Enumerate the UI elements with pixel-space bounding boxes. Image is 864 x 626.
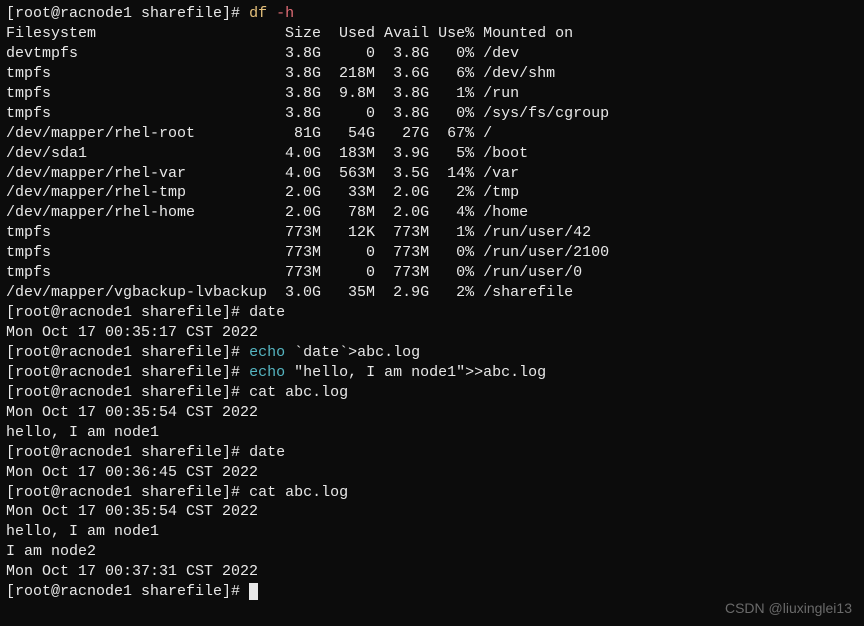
prompt-line: [root@racnode1 sharefile]# echo "hello, … (6, 363, 858, 383)
df-row: tmpfs 773M 0 773M 0% /run/user/0 (6, 263, 858, 283)
df-row: tmpfs 3.8G 9.8M 3.8G 1% /run (6, 84, 858, 104)
watermark: CSDN @liuxinglei13 (725, 599, 852, 618)
df-row: /dev/sda1 4.0G 183M 3.9G 5% /boot (6, 144, 858, 164)
command-cat: cat abc.log (249, 484, 348, 501)
output-date: Mon Oct 17 00:35:17 CST 2022 (6, 323, 858, 343)
echo-arg: "hello, I am node1">>abc.log (294, 364, 546, 381)
command-df-opt: -h (276, 5, 294, 22)
output-cat: Mon Oct 17 00:35:54 CST 2022 (6, 403, 858, 423)
output-cat: Mon Oct 17 00:37:31 CST 2022 (6, 562, 858, 582)
command-date: date (249, 304, 285, 321)
df-row: tmpfs 773M 0 773M 0% /run/user/2100 (6, 243, 858, 263)
terminal[interactable]: [root@racnode1 sharefile]# df -h Filesys… (6, 4, 858, 602)
df-row: /dev/mapper/rhel-root 81G 54G 27G 67% / (6, 124, 858, 144)
output-cat: Mon Oct 17 00:35:54 CST 2022 (6, 502, 858, 522)
output-cat: hello, I am node1 (6, 522, 858, 542)
df-row: tmpfs 773M 12K 773M 1% /run/user/42 (6, 223, 858, 243)
prompt-line: [root@racnode1 sharefile]# echo `date`>a… (6, 343, 858, 363)
df-row: devtmpfs 3.8G 0 3.8G 0% /dev (6, 44, 858, 64)
echo-arg: `date`>abc.log (294, 344, 420, 361)
command-date: date (249, 444, 285, 461)
df-row: tmpfs 3.8G 218M 3.6G 6% /dev/shm (6, 64, 858, 84)
df-rows: devtmpfs 3.8G 0 3.8G 0% /devtmpfs 3.8G 2… (6, 44, 858, 303)
command-df: df (249, 5, 267, 22)
output-date: Mon Oct 17 00:36:45 CST 2022 (6, 463, 858, 483)
prompt-line: [root@racnode1 sharefile]# cat abc.log (6, 483, 858, 503)
prompt-line: [root@racnode1 sharefile]# date (6, 443, 858, 463)
command-cat: cat abc.log (249, 384, 348, 401)
output-cat: hello, I am node1 (6, 423, 858, 443)
prompt-line: [root@racnode1 sharefile]# date (6, 303, 858, 323)
command-echo: echo (249, 364, 285, 381)
df-row: /dev/mapper/rhel-tmp 2.0G 33M 2.0G 2% /t… (6, 183, 858, 203)
df-header: Filesystem Size Used Avail Use% Mounted … (6, 24, 858, 44)
df-row: tmpfs 3.8G 0 3.8G 0% /sys/fs/cgroup (6, 104, 858, 124)
df-row: /dev/mapper/rhel-var 4.0G 563M 3.5G 14% … (6, 164, 858, 184)
df-row: /dev/mapper/vgbackup-lvbackup 3.0G 35M 2… (6, 283, 858, 303)
output-cat: I am node2 (6, 542, 858, 562)
command-echo: echo (249, 344, 285, 361)
cursor (249, 583, 258, 600)
df-row: /dev/mapper/rhel-home 2.0G 78M 2.0G 4% /… (6, 203, 858, 223)
prompt-line: [root@racnode1 sharefile]# df -h (6, 4, 858, 24)
prompt-line: [root@racnode1 sharefile]# cat abc.log (6, 383, 858, 403)
